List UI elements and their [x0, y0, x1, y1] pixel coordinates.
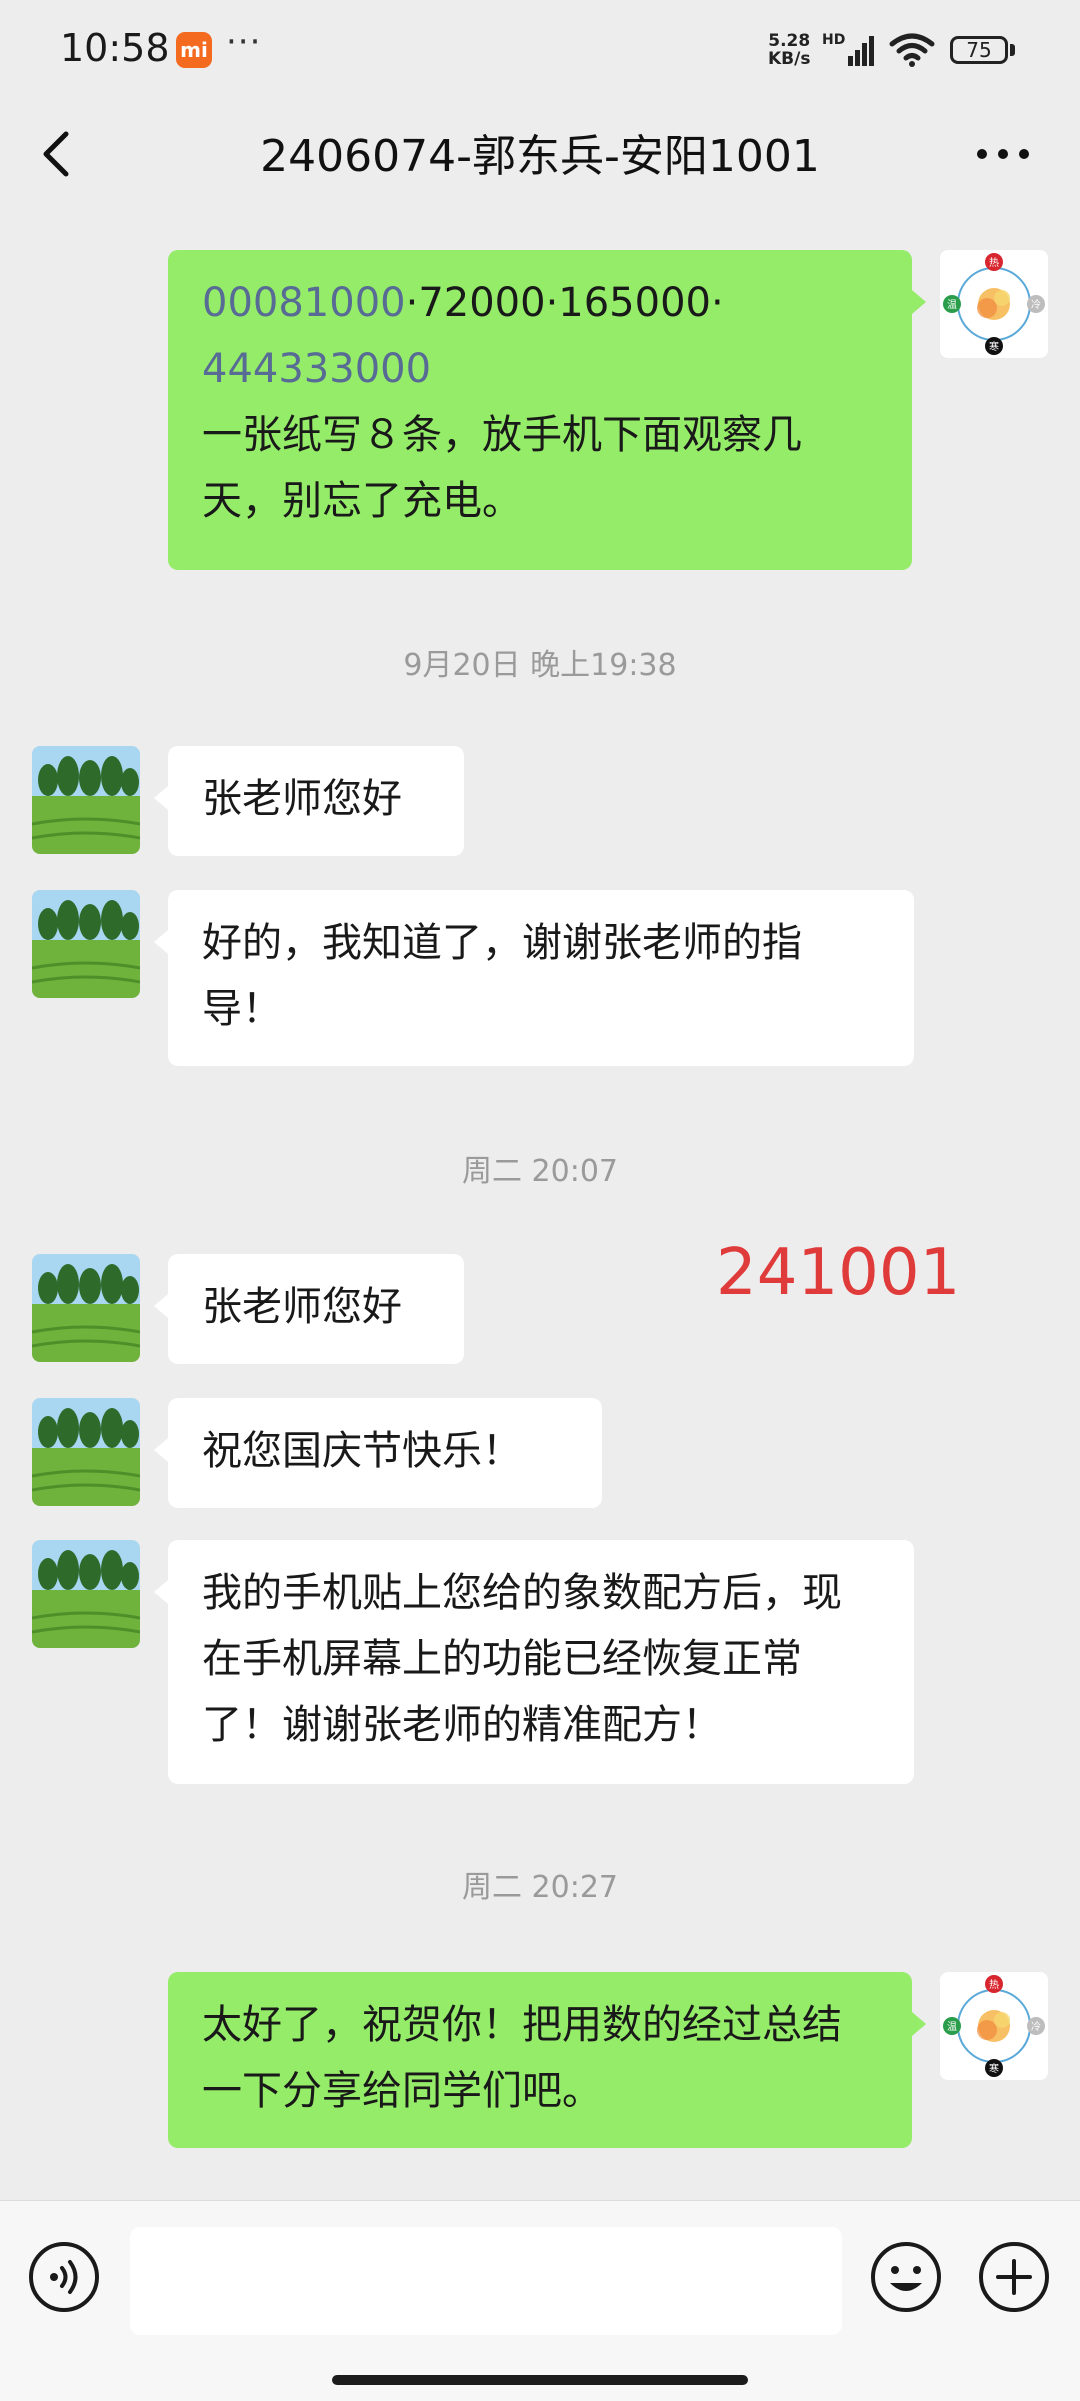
avatar-self[interactable]: 热 冷 温 寒 [940, 1972, 1048, 2080]
number-separator: · [710, 280, 724, 326]
timestamp: 9月20日 晚上19:38 [403, 648, 677, 683]
message-bubble-incoming[interactable]: 张老师您好 [154, 746, 464, 856]
signal-icon: HD [822, 32, 878, 72]
back-arrow-icon[interactable] [36, 122, 84, 186]
message-bubble-outgoing[interactable]: 太好了，祝贺你！把用数的经过总结一下分享给同学们吧。 [168, 1972, 926, 2148]
avatar-contact[interactable] [32, 1540, 140, 1648]
number-link[interactable]: 444333000 [202, 346, 431, 392]
wifi-icon [888, 32, 936, 72]
message-text: 太好了，祝贺你！把用数的经过总结一下分享给同学们吧。 [202, 2002, 842, 2114]
status-bar: 10:58 mi ··· 5.28 KB/s HD 75 [0, 0, 1080, 100]
message-text: 好的，我知道了，谢谢张老师的指导！ [202, 920, 802, 1032]
number-separator: · [545, 280, 559, 326]
hd-label: HD [822, 32, 845, 48]
voice-icon[interactable] [28, 2241, 100, 2313]
plus-icon[interactable] [978, 2241, 1050, 2313]
avatar-contact[interactable] [32, 746, 140, 854]
chat-title: 2406074-郭东兵-安阳1001 [260, 131, 820, 182]
message-text: 祝您国庆节快乐！ [202, 1428, 522, 1474]
avatar-label: 寒 [989, 2062, 999, 2075]
more-icon[interactable] [972, 130, 1034, 178]
message-bubble-incoming[interactable]: 好的，我知道了，谢谢张老师的指导！ [154, 890, 914, 1066]
home-indicator[interactable] [332, 2375, 748, 2385]
number-text: 72000 [418, 280, 546, 326]
emoji-icon[interactable] [870, 2241, 942, 2313]
avatar-label: 冷 [1031, 2020, 1041, 2033]
message-text: 张老师您好 [202, 1284, 402, 1330]
avatar-self[interactable]: 热 冷 温 寒 [940, 250, 1048, 358]
net-speed-unit: KB/s [768, 49, 811, 69]
avatar-label: 热 [989, 1978, 999, 1991]
number-text: 165000 [558, 280, 711, 326]
message-text: 一张纸写８条，放手机下面观察几天，别忘了充电。 [202, 412, 802, 524]
message-bubble-incoming[interactable]: 张老师您好 [154, 1254, 464, 1364]
timestamp: 周二 20:27 [462, 1870, 618, 1905]
message-text: 我的手机贴上您给的象数配方后，现在手机屏幕上的功能已经恢复正常了！谢谢张老师的精… [202, 1570, 842, 1748]
message-bubble-incoming[interactable]: 祝您国庆节快乐！ [154, 1398, 602, 1508]
input-bar [0, 2200, 1080, 2401]
battery-level: 75 [966, 38, 992, 62]
message-input[interactable] [130, 2227, 842, 2335]
battery-icon: 75 [950, 36, 1008, 64]
message-text: 张老师您好 [202, 776, 402, 822]
avatar-label: 热 [989, 256, 999, 269]
avatar-label: 温 [947, 299, 957, 311]
number-separator: · [405, 280, 419, 326]
net-speed-value: 5.28 [768, 31, 811, 51]
more-notifications-icon: ··· [226, 22, 262, 62]
avatar-label: 寒 [989, 340, 999, 353]
avatar-label: 冷 [1031, 298, 1041, 311]
chat-header: 2406074-郭东兵-安阳1001 [0, 100, 1080, 210]
network-speed: 5.28 KB/s [768, 32, 810, 68]
timestamp: 周二 20:07 [462, 1154, 618, 1189]
overlay-number: 241001 [716, 1236, 961, 1310]
message-bubble-incoming[interactable]: 我的手机贴上您给的象数配方后，现在手机屏幕上的功能已经恢复正常了！谢谢张老师的精… [154, 1540, 914, 1784]
avatar-contact[interactable] [32, 1398, 140, 1506]
chat-area[interactable]: 00081000·72000·165000· 444333000 一张纸写８条，放手… [0, 210, 1080, 2200]
avatar-contact[interactable] [32, 1254, 140, 1362]
clock: 10:58 [60, 26, 170, 70]
avatar-label: 温 [947, 2021, 957, 2033]
mi-notification-icon: mi [176, 32, 212, 68]
avatar-contact[interactable] [32, 890, 140, 998]
message-bubble-outgoing[interactable]: 00081000·72000·165000· 444333000 一张纸写８条，放手… [168, 250, 926, 570]
battery-cap [1010, 44, 1015, 56]
number-link[interactable]: 00081000 [202, 280, 406, 326]
